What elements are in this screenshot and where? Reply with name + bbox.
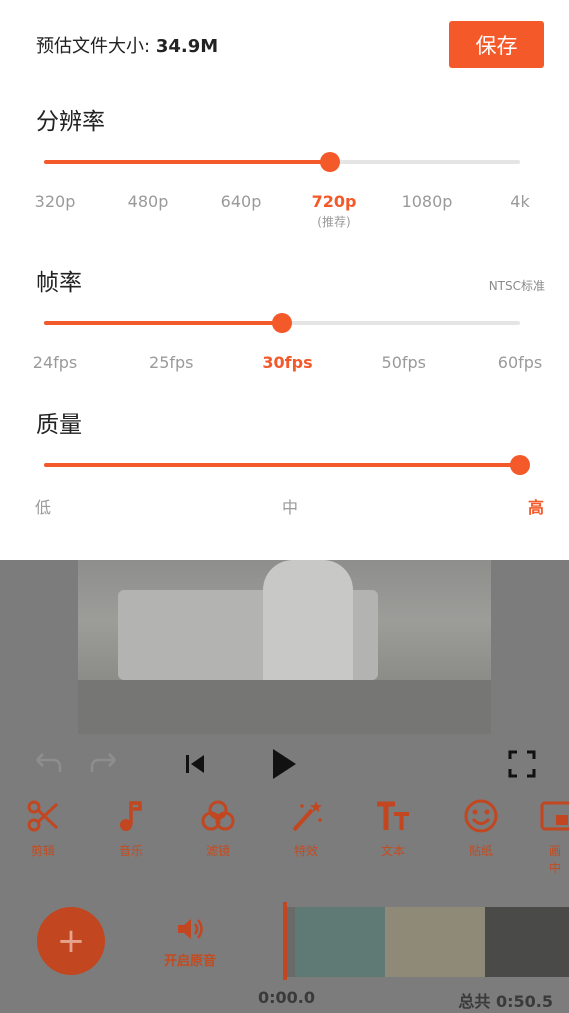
resolution-option-label: 720p bbox=[311, 192, 357, 211]
plus-icon: + bbox=[56, 921, 86, 961]
quality-option-label: 中 bbox=[281, 498, 299, 517]
framerate-option-label: 24fps bbox=[32, 353, 78, 372]
tool-label: 特效 bbox=[293, 844, 318, 858]
estimate-label: 预估文件大小: bbox=[36, 36, 151, 57]
quality-slider-thumb[interactable] bbox=[510, 455, 530, 475]
resolution-option-label: 320p bbox=[34, 192, 76, 211]
quality-slider-fill bbox=[44, 463, 520, 467]
timeline-thumbnail bbox=[485, 907, 569, 977]
resolution-option[interactable]: 720p (推荐) bbox=[312, 192, 357, 230]
current-time: 0:00.0 bbox=[258, 988, 316, 1007]
resolution-slider[interactable] bbox=[44, 152, 520, 172]
resolution-option-label: 4k bbox=[510, 192, 530, 211]
framerate-option[interactable]: 25fps bbox=[149, 353, 193, 372]
resolution-option[interactable]: 320p bbox=[35, 192, 76, 211]
recommended-note: (推荐) bbox=[317, 215, 351, 229]
tool-edit[interactable]: 剪辑 bbox=[8, 798, 78, 859]
export-settings-panel: 预估文件大小: 34.9M 保存 分辨率 320p 480p 640p 720p (推荐… bbox=[0, 0, 569, 560]
framerate-option-label: 25fps bbox=[149, 353, 194, 372]
resolution-title: 分辨率 bbox=[36, 109, 105, 135]
resolution-option[interactable]: 4k bbox=[510, 192, 529, 211]
quality-title: 质量 bbox=[36, 412, 82, 438]
skip-to-start-icon[interactable] bbox=[178, 748, 212, 780]
framerate-slider[interactable] bbox=[44, 313, 520, 333]
tool-label: 文本 bbox=[380, 844, 405, 858]
magic-wand-icon bbox=[292, 801, 322, 832]
filter-icon bbox=[201, 800, 235, 831]
tool-filter[interactable]: 滤镜 bbox=[183, 798, 253, 859]
timeline-playhead[interactable] bbox=[283, 902, 287, 980]
resolution-option[interactable]: 480p bbox=[128, 192, 169, 211]
quality-option[interactable]: 低 bbox=[35, 494, 51, 518]
resolution-option-label: 640p bbox=[220, 192, 262, 211]
tool-effects[interactable]: 特效 bbox=[271, 798, 341, 859]
timeline-clip-strip[interactable] bbox=[285, 907, 569, 977]
framerate-option[interactable]: 30fps bbox=[262, 353, 312, 372]
redo-icon[interactable] bbox=[86, 748, 122, 778]
tool-picture-in-picture[interactable]: 画中 bbox=[533, 798, 569, 876]
tool-label: 滤镜 bbox=[205, 844, 230, 858]
framerate-slider-thumb[interactable] bbox=[272, 313, 292, 333]
resolution-slider-fill bbox=[44, 160, 330, 164]
picture-in-picture-icon bbox=[540, 801, 569, 831]
framerate-option[interactable]: 24fps bbox=[33, 353, 77, 372]
preview-person bbox=[263, 560, 353, 690]
scissors-icon bbox=[27, 800, 59, 832]
preview-floor bbox=[78, 680, 491, 734]
framerate-option-label: 30fps bbox=[262, 353, 313, 372]
fullscreen-icon[interactable] bbox=[504, 746, 540, 782]
resolution-slider-thumb[interactable] bbox=[319, 152, 340, 172]
framerate-title: 帧率 bbox=[36, 270, 82, 296]
estimated-file-size: 预估文件大小: 34.9M bbox=[36, 32, 218, 58]
framerate-option[interactable]: 50fps bbox=[382, 353, 426, 372]
resolution-option[interactable]: 640p bbox=[221, 192, 262, 211]
ntsc-standard-label: NTSC标准 bbox=[488, 279, 545, 293]
tool-music[interactable]: 音乐 bbox=[96, 798, 166, 859]
sticker-icon bbox=[464, 799, 498, 833]
tool-label: 音乐 bbox=[118, 844, 143, 858]
speaker-icon bbox=[178, 919, 203, 939]
quality-option-label: 高 bbox=[527, 498, 545, 517]
video-editor-background: 剪辑 音乐 滤镜 特效 文本 贴纸 画中 + 开启原音 0:00.0 总共 0:… bbox=[0, 560, 569, 1013]
timeline-thumbnail bbox=[385, 907, 485, 977]
tool-label: 画中 bbox=[549, 844, 562, 875]
framerate-option-label: 50fps bbox=[381, 353, 426, 372]
quality-option[interactable]: 中 bbox=[282, 494, 298, 518]
quality-option[interactable]: 高 bbox=[528, 494, 544, 518]
original-sound-label: 开启原音 bbox=[163, 954, 216, 969]
save-button[interactable]: 保存 bbox=[449, 21, 544, 68]
tool-text[interactable]: 文本 bbox=[358, 798, 428, 859]
framerate-option-label: 60fps bbox=[497, 353, 543, 372]
total-duration: 总共 0:50.5 bbox=[458, 992, 553, 1011]
framerate-slider-fill bbox=[44, 321, 282, 325]
original-sound-toggle[interactable]: 开启原音 bbox=[155, 916, 225, 969]
quality-slider[interactable] bbox=[44, 455, 530, 475]
resolution-option-label: 1080p bbox=[401, 192, 453, 211]
framerate-option[interactable]: 60fps bbox=[498, 353, 542, 372]
add-clip-button[interactable]: + bbox=[37, 907, 105, 975]
resolution-option-label: 480p bbox=[127, 192, 169, 211]
tool-label: 剪辑 bbox=[30, 844, 55, 858]
estimate-value: 34.9M bbox=[155, 36, 219, 57]
resolution-option[interactable]: 1080p bbox=[402, 192, 453, 211]
timeline-thumbnail bbox=[295, 907, 385, 977]
undo-icon[interactable] bbox=[30, 748, 66, 778]
quality-option-label: 低 bbox=[34, 498, 52, 517]
tool-label: 贴纸 bbox=[468, 844, 493, 858]
music-note-icon bbox=[120, 801, 142, 831]
tool-sticker[interactable]: 贴纸 bbox=[446, 798, 516, 859]
text-icon bbox=[377, 801, 409, 830]
video-preview[interactable] bbox=[78, 560, 491, 734]
play-icon[interactable] bbox=[264, 744, 304, 784]
